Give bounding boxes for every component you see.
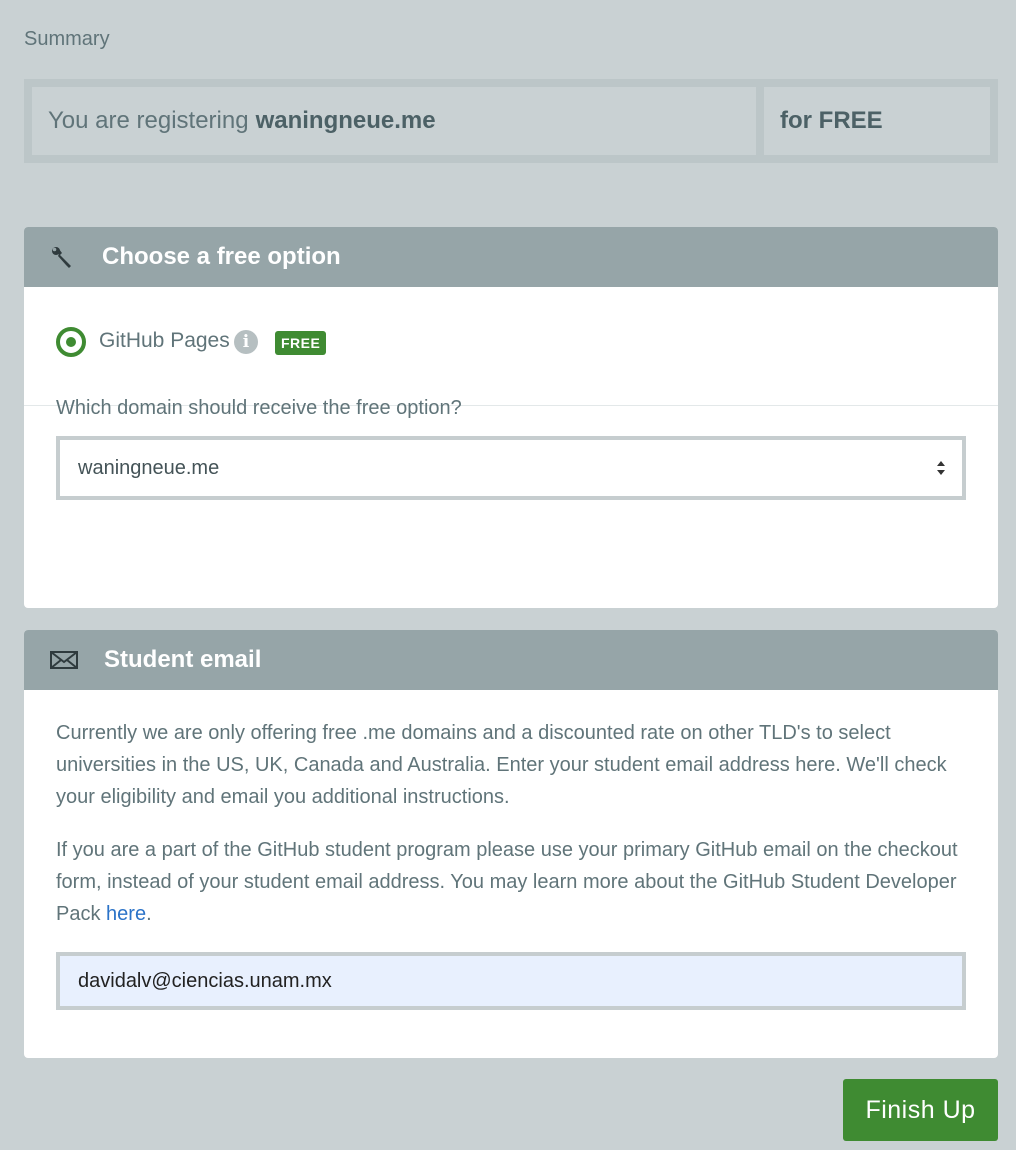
domain-select[interactable]: waningneue.me bbox=[56, 436, 966, 500]
select-arrows-icon bbox=[937, 461, 945, 475]
wrench-icon bbox=[48, 243, 76, 271]
finish-up-button[interactable]: Finish Up bbox=[843, 1079, 998, 1141]
domain-select-value: waningneue.me bbox=[78, 456, 220, 479]
domain-question: Which domain should receive the free opt… bbox=[56, 397, 462, 419]
student-email-paragraph-2: If you are a part of the GitHub student … bbox=[56, 834, 971, 930]
student-email-title: Student email bbox=[104, 646, 262, 673]
free-badge: FREE bbox=[275, 331, 327, 355]
envelope-icon bbox=[50, 646, 78, 674]
summary-box: You are registering waningneue.me for FR… bbox=[24, 79, 998, 163]
free-option-panel: Choose a free option GitHub Pages i FREE… bbox=[24, 227, 998, 608]
student-pack-link[interactable]: here bbox=[106, 903, 146, 925]
summary-prefix: You are registering bbox=[48, 107, 249, 134]
summary-price: for FREE bbox=[764, 87, 990, 155]
summary-domain: waningneue.me bbox=[255, 107, 436, 134]
student-email-paragraph-1: Currently we are only offering free .me … bbox=[56, 722, 947, 808]
student-email-value: davidalv@ciencias.unam.mx bbox=[78, 969, 332, 992]
github-pages-radio[interactable] bbox=[56, 327, 86, 357]
paragraph-2-text: If you are a part of the GitHub student … bbox=[56, 839, 958, 925]
paragraph-2-period: . bbox=[146, 903, 152, 925]
student-email-input[interactable]: davidalv@ciencias.unam.mx bbox=[56, 952, 966, 1010]
summary-registering: You are registering waningneue.me bbox=[32, 87, 756, 155]
summary-label: Summary bbox=[24, 28, 110, 50]
github-pages-label: GitHub Pages bbox=[99, 329, 230, 352]
free-option-title: Choose a free option bbox=[102, 243, 341, 270]
student-email-panel: Student email Currently we are only offe… bbox=[24, 630, 998, 1058]
free-option-header: Choose a free option bbox=[24, 227, 998, 287]
student-email-header: Student email bbox=[24, 630, 998, 690]
info-icon[interactable]: i bbox=[234, 330, 258, 354]
github-pages-option[interactable]: GitHub Pages i FREE bbox=[24, 287, 998, 406]
